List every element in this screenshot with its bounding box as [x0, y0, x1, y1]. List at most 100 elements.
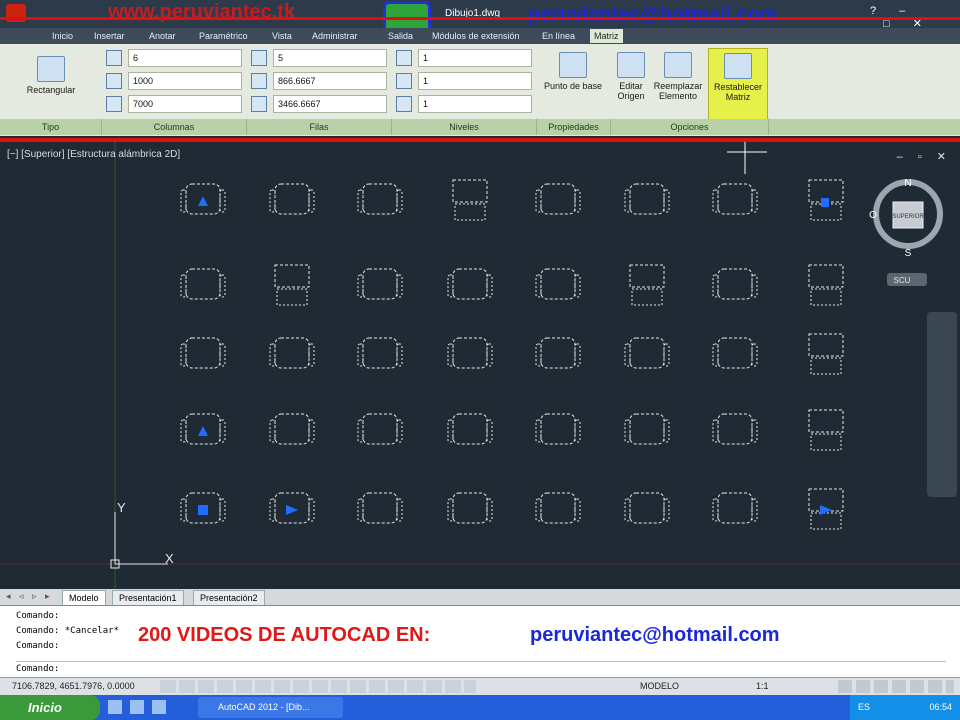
- array-item-chair[interactable]: [447, 268, 493, 300]
- array-item-chair[interactable]: [624, 183, 670, 215]
- rectangular-button[interactable]: Rectangular: [14, 56, 88, 95]
- levels-total-field[interactable]: 1: [418, 95, 532, 113]
- array-item-chair[interactable]: [535, 268, 581, 300]
- array-item-chair[interactable]: [357, 268, 403, 300]
- array-grip[interactable]: [821, 198, 829, 207]
- layout-nav-arrows[interactable]: ◂ ◃ ▹ ▸: [6, 591, 53, 602]
- columns-total-field[interactable]: 7000: [128, 95, 242, 113]
- array-item-chair[interactable]: [624, 413, 670, 445]
- tab-anotar[interactable]: Anotar: [145, 29, 180, 43]
- columns-between-field[interactable]: 1000: [128, 72, 242, 90]
- array-item-chair[interactable]: [447, 492, 493, 524]
- watermark-videos: 200 VIDEOS DE AUTOCAD EN:: [138, 624, 431, 646]
- array-item-chair[interactable]: [447, 337, 493, 369]
- array-item-chair[interactable]: [629, 264, 665, 306]
- array-item-chair[interactable]: [808, 264, 844, 306]
- system-tray: ES 06:54: [850, 695, 960, 720]
- drawing-viewport[interactable]: Y X SUPERIOR N S O SCU: [0, 142, 960, 589]
- language-indicator[interactable]: ES: [858, 702, 870, 712]
- array-grip[interactable]: [198, 196, 208, 206]
- drafting-toggles[interactable]: [160, 680, 476, 693]
- tab-modulos[interactable]: Módulos de extensión: [428, 29, 524, 43]
- array-item-chair[interactable]: [357, 337, 403, 369]
- panel-label-propiedades: Propiedades: [537, 119, 611, 135]
- taskbar-app-autocad[interactable]: AutoCAD 2012 - [Dib...: [198, 697, 343, 718]
- array-item-chair[interactable]: [535, 413, 581, 445]
- drawing-canvas[interactable]: Y X SUPERIOR N S O SCU: [0, 142, 960, 589]
- command-window[interactable]: Comando: Comando: *Cancelar* Comando: Co…: [0, 605, 960, 677]
- rows-count-field[interactable]: 5: [273, 49, 387, 67]
- array-item-chair[interactable]: [357, 492, 403, 524]
- reset-array-button[interactable]: Restablecer Matriz: [708, 48, 768, 120]
- tab-en-linea[interactable]: En línea: [538, 29, 579, 43]
- viewcube-west: O: [869, 210, 877, 221]
- viewport-label[interactable]: [−] [Superior] [Estructura alámbrica 2D]: [7, 149, 180, 160]
- array-item-chair[interactable]: [269, 183, 315, 215]
- array-item-chair[interactable]: [808, 409, 844, 451]
- tab-presentacion2[interactable]: Presentación2: [193, 590, 265, 605]
- columns-count-field[interactable]: 6: [128, 49, 242, 67]
- panel-label-filas[interactable]: Filas: [247, 119, 392, 135]
- tab-administrar[interactable]: Administrar: [308, 29, 362, 43]
- array-base-grip[interactable]: [198, 505, 208, 515]
- viewcube-north: N: [904, 178, 911, 189]
- array-item-chair[interactable]: [447, 413, 493, 445]
- array-item-chair[interactable]: [274, 264, 310, 306]
- rectangular-label: Rectangular: [26, 85, 76, 95]
- tab-vista[interactable]: Vista: [268, 29, 296, 43]
- array-item-chair[interactable]: [535, 492, 581, 524]
- tab-insertar[interactable]: Insertar: [90, 29, 129, 43]
- tab-inicio[interactable]: Inicio: [48, 29, 77, 43]
- array-grip[interactable]: [286, 505, 298, 515]
- base-point-button[interactable]: Punto de base: [538, 52, 608, 91]
- array-item-chair[interactable]: [712, 337, 758, 369]
- rows-between-field[interactable]: 866.6667: [273, 72, 387, 90]
- command-input[interactable]: Comando:: [16, 661, 946, 674]
- panel-label-niveles[interactable]: Niveles: [392, 119, 537, 135]
- array-item-chair[interactable]: [452, 179, 488, 221]
- array-item-chair[interactable]: [712, 183, 758, 215]
- array-item-chair[interactable]: [624, 337, 670, 369]
- array-item-chair[interactable]: [808, 333, 844, 375]
- reset-array-icon: [724, 53, 752, 79]
- base-point-icon: [559, 52, 587, 78]
- array-item-chair[interactable]: [624, 492, 670, 524]
- array-item-chair[interactable]: [357, 183, 403, 215]
- array-item-chair[interactable]: [712, 413, 758, 445]
- annotation-scale[interactable]: 1:1: [756, 681, 769, 691]
- levels-count-field[interactable]: 1: [418, 49, 532, 67]
- rectangular-array-icon: [37, 56, 65, 82]
- model-space-button[interactable]: MODELO: [640, 681, 679, 691]
- array-item-chair[interactable]: [269, 337, 315, 369]
- array-item-chair[interactable]: [712, 268, 758, 300]
- tab-presentacion1[interactable]: Presentación1: [112, 590, 184, 605]
- levels-between-field[interactable]: 1: [418, 72, 532, 90]
- panel-label-tipo: Tipo: [0, 119, 102, 135]
- array-grip[interactable]: [198, 426, 208, 436]
- edit-source-button[interactable]: Editar Origen: [612, 52, 650, 101]
- ucs-x-label: X: [165, 551, 174, 566]
- array-grip[interactable]: [820, 505, 832, 515]
- layout-tab-bar: ◂ ◃ ▹ ▸ Modelo Presentación1 Presentació…: [0, 589, 960, 605]
- array-item-chair[interactable]: [180, 268, 226, 300]
- watermark-email-bottom: peruviantec@hotmail.com: [530, 624, 780, 646]
- tab-matriz[interactable]: Matriz: [590, 29, 623, 43]
- replace-item-button[interactable]: Reemplazar Elemento: [650, 52, 706, 101]
- coordinates-readout[interactable]: 7106.7829, 4651.7976, 0.0000: [12, 681, 135, 691]
- array-item-chair[interactable]: [269, 413, 315, 445]
- array-item-chair[interactable]: [180, 337, 226, 369]
- quick-launch-icons[interactable]: [108, 700, 170, 714]
- array-item-chair[interactable]: [535, 183, 581, 215]
- rows-total-field[interactable]: 3466.6667: [273, 95, 387, 113]
- array-item-chair[interactable]: [535, 337, 581, 369]
- navigation-bar[interactable]: [927, 312, 957, 497]
- tab-modelo[interactable]: Modelo: [62, 590, 106, 605]
- tab-salida[interactable]: Salida: [384, 29, 417, 43]
- viewport-controls[interactable]: – ▫ ✕: [897, 150, 952, 163]
- array-item-chair[interactable]: [357, 413, 403, 445]
- array-item-chair[interactable]: [712, 492, 758, 524]
- status-tray-icons[interactable]: [838, 680, 954, 693]
- clock: 06:54: [929, 702, 952, 712]
- tab-parametrico[interactable]: Paramétrico: [195, 29, 252, 43]
- start-button[interactable]: Inicio: [0, 695, 100, 720]
